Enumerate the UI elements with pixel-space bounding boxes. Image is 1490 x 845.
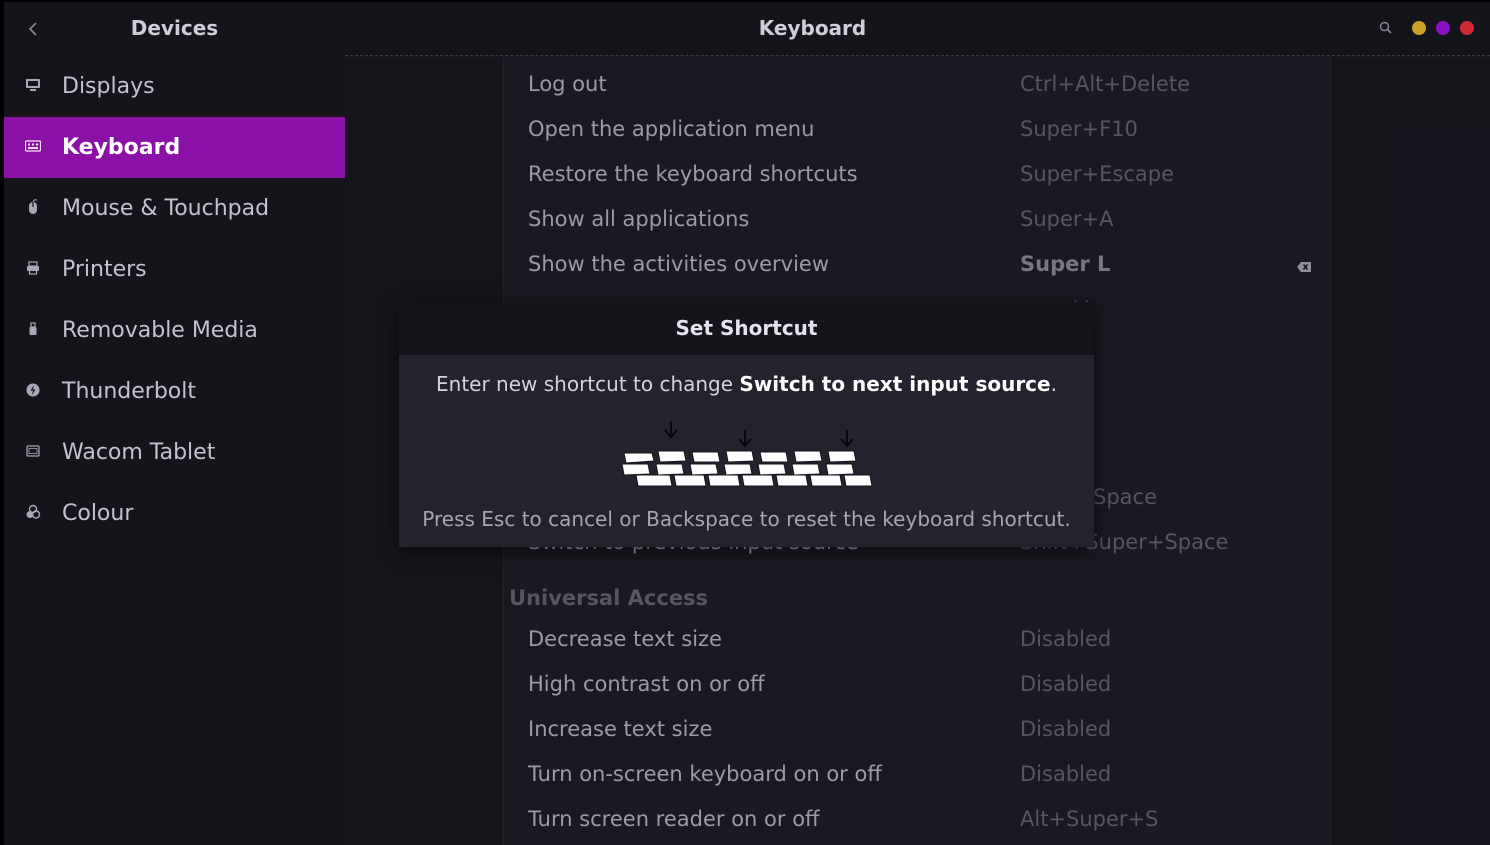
shortcut-accel: Disabled bbox=[1020, 627, 1112, 651]
shortcut-row[interactable]: Open the application menu Super+F10 bbox=[504, 108, 1332, 153]
mouse-icon bbox=[4, 198, 62, 219]
shortcut-name: Show the activities overview bbox=[528, 252, 830, 276]
display-icon bbox=[4, 78, 62, 96]
shortcut-name: Show all applications bbox=[528, 207, 750, 231]
shortcut-row[interactable]: Show all applications Super+A bbox=[504, 198, 1332, 243]
printer-icon bbox=[4, 260, 62, 279]
keyboard-illustration-icon bbox=[621, 417, 874, 489]
shortcut-row[interactable]: Show the activities overview Super L bbox=[504, 243, 1332, 288]
shortcut-name: Increase text size bbox=[528, 717, 713, 741]
shortcut-row[interactable]: Turn screen reader on or off Alt+Super+S bbox=[504, 798, 1332, 843]
usb-icon bbox=[4, 321, 62, 340]
shortcut-accel: Disabled bbox=[1020, 672, 1112, 696]
shortcut-name: High contrast on or off bbox=[528, 672, 765, 696]
sidebar-item-label: Mouse & Touchpad bbox=[62, 196, 270, 221]
reset-shortcut-icon[interactable] bbox=[1296, 258, 1312, 272]
shortcut-accel: Super+A bbox=[1020, 207, 1114, 231]
shortcut-name: Turn on-screen keyboard on or off bbox=[528, 762, 882, 786]
shortcut-accel: Ctrl+Alt+Delete bbox=[1020, 72, 1190, 96]
sidebar-item-mouse-touchpad[interactable]: Mouse & Touchpad bbox=[4, 178, 345, 239]
shortcut-row[interactable]: High contrast on or off Disabled bbox=[504, 663, 1332, 708]
shortcut-name: Open the application menu bbox=[528, 117, 815, 141]
shortcut-accel: Space bbox=[1093, 485, 1157, 509]
search-icon[interactable] bbox=[1378, 20, 1394, 36]
shortcut-row[interactable]: Increase text size Disabled bbox=[504, 708, 1332, 753]
shortcut-accel: Alt+Super+S bbox=[1020, 807, 1159, 831]
settings-window: Devices Keyboard Displays Keyboard Mouse… bbox=[4, 2, 1490, 845]
page-title: Keyboard bbox=[758, 16, 867, 40]
shortcut-row[interactable]: Log out Ctrl+Alt+Delete bbox=[504, 63, 1332, 108]
dialog-message: Enter new shortcut to change Switch to n… bbox=[399, 372, 1094, 396]
sidebar-header: Devices bbox=[4, 2, 345, 56]
sidebar-item-label: Displays bbox=[62, 74, 155, 99]
sidebar: Displays Keyboard Mouse & Touchpad Print… bbox=[4, 56, 345, 845]
dialog-message-suffix: . bbox=[1050, 372, 1057, 396]
shortcut-name: Turn screen reader on or off bbox=[528, 807, 820, 831]
sidebar-item-label: Printers bbox=[62, 257, 147, 282]
shortcut-row[interactable]: Decrease text size Disabled bbox=[504, 618, 1332, 663]
dialog-message-prefix: Enter new shortcut to change bbox=[436, 372, 740, 396]
set-shortcut-dialog: Set Shortcut Enter new shortcut to chang… bbox=[399, 302, 1094, 547]
colour-icon bbox=[4, 504, 62, 524]
shortcut-row[interactable]: Turn on-screen keyboard on or off Disabl… bbox=[504, 753, 1332, 798]
sidebar-item-thunderbolt[interactable]: Thunderbolt bbox=[4, 361, 345, 422]
sidebar-item-label: Thunderbolt bbox=[62, 379, 196, 404]
dialog-message-target: Switch to next input source bbox=[739, 372, 1051, 396]
sidebar-item-label: Keyboard bbox=[62, 135, 181, 160]
shortcut-accel: Super L bbox=[1020, 252, 1111, 276]
shortcut-name: Restore the keyboard shortcuts bbox=[528, 162, 858, 186]
maximize-button[interactable] bbox=[1436, 21, 1450, 35]
sidebar-item-label: Wacom Tablet bbox=[62, 440, 216, 465]
sidebar-item-removable-media[interactable]: Removable Media bbox=[4, 300, 345, 361]
keyboard-icon bbox=[4, 139, 62, 156]
sidebar-item-label: Removable Media bbox=[62, 318, 258, 343]
sidebar-item-displays[interactable]: Displays bbox=[4, 56, 345, 117]
shortcut-row[interactable]: Restore the keyboard shortcuts Super+Esc… bbox=[504, 153, 1332, 198]
shortcut-accel: Disabled bbox=[1020, 717, 1112, 741]
dialog-header: Set Shortcut bbox=[399, 302, 1094, 355]
thunderbolt-icon bbox=[4, 383, 62, 401]
close-button[interactable] bbox=[1460, 21, 1474, 35]
shortcut-accel: Super+Escape bbox=[1020, 162, 1174, 186]
sidebar-item-colour[interactable]: Colour bbox=[4, 483, 345, 544]
section-title: Universal Access bbox=[509, 586, 709, 610]
sidebar-item-wacom-tablet[interactable]: Wacom Tablet bbox=[4, 422, 345, 483]
minimize-button[interactable] bbox=[1412, 21, 1426, 35]
dialog-title: Set Shortcut bbox=[675, 316, 818, 340]
shortcut-name: Log out bbox=[528, 72, 607, 96]
shortcut-name: Decrease text size bbox=[528, 627, 722, 651]
sidebar-item-label: Colour bbox=[62, 501, 134, 526]
tablet-icon bbox=[4, 444, 62, 461]
dialog-hint: Press Esc to cancel or Backspace to rese… bbox=[422, 507, 1071, 531]
shortcut-accel: Super+F10 bbox=[1020, 117, 1138, 141]
shortcut-accel: Disabled bbox=[1020, 762, 1112, 786]
sidebar-item-printers[interactable]: Printers bbox=[4, 239, 345, 300]
sidebar-item-keyboard[interactable]: Keyboard bbox=[4, 117, 345, 178]
sidebar-title: Devices bbox=[130, 16, 219, 40]
